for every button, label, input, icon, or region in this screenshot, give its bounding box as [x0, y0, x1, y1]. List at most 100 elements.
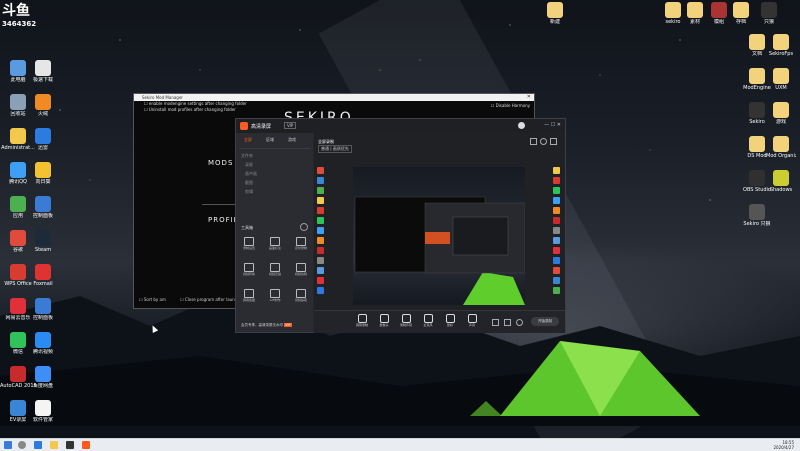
desktop-icon[interactable]: 火绒	[25, 94, 61, 117]
desktop-icon[interactable]: 控制面板	[25, 196, 61, 219]
desktop-icon-label: 向日葵	[35, 179, 51, 185]
settings-icon[interactable]	[516, 319, 523, 326]
control-button[interactable]: 声音	[464, 314, 480, 328]
shortcut-icon	[317, 257, 324, 264]
desktop-icon[interactable]: 控制面板	[25, 298, 61, 321]
shortcut-icon	[317, 207, 324, 214]
tool-button[interactable]: 视频转换	[239, 263, 259, 277]
tool-button[interactable]: 音频提取	[291, 289, 311, 303]
app-icon	[35, 264, 51, 280]
desktop-icon-label: 控制面板	[32, 315, 53, 321]
control-button[interactable]: 麦克风	[420, 314, 436, 328]
tool-label: GIF制作	[269, 298, 281, 302]
desktop-icon[interactable]: Sekiro 只狼	[742, 204, 772, 227]
shortcut-icon	[553, 207, 560, 214]
brand-logo: 斗鱼	[2, 3, 30, 19]
control-label: 摄像头	[379, 323, 389, 327]
desktop-icon[interactable]: 向日葵	[25, 162, 61, 185]
file-icon	[665, 2, 681, 18]
footer-promo[interactable]: 会员专享，高清录屏无水印 VIP	[241, 323, 292, 328]
check-option-1-label: enable modengine settings after changing…	[148, 101, 247, 106]
desktop-icon[interactable]: 迅雷	[25, 128, 61, 151]
preview-screen	[353, 167, 526, 305]
desktop-icon-label: 腾讯视频	[32, 349, 53, 355]
sidebar-item[interactable]: 剪辑	[245, 189, 253, 195]
desktop-icon[interactable]: Steam	[25, 230, 61, 253]
search-icon[interactable]	[18, 441, 26, 449]
quality-select-a: 普通	[321, 146, 329, 151]
tool-button[interactable]: 画面标注	[265, 237, 285, 251]
recorder-taskbar-icon[interactable]	[82, 441, 90, 449]
desktop-icon[interactable]: 新建	[540, 2, 570, 25]
mod-manager-titlebar[interactable]: Sekiro Mod Manager ✕	[134, 94, 534, 101]
tool-button[interactable]: 录制设置	[239, 237, 259, 251]
tool-icon	[244, 289, 254, 298]
tool-button[interactable]: 定时录制	[291, 237, 311, 251]
desktop-icon-label: Shadows	[769, 187, 793, 193]
desktop-icon[interactable]: Shadows	[766, 170, 796, 193]
tool-button[interactable]: 视频压缩	[265, 263, 285, 277]
desktop-icon-label: 只狼	[763, 19, 774, 25]
app-icon[interactable]	[66, 441, 74, 449]
desktop-icon[interactable]: 存档	[726, 2, 756, 25]
close-icon[interactable]: ✕	[527, 94, 531, 101]
camera-icon[interactable]	[492, 319, 499, 326]
control-icon	[379, 314, 389, 323]
shortcut-icon	[553, 277, 560, 284]
quality-select[interactable]: 普通 | 画质优先	[318, 145, 352, 153]
tool-icon	[244, 263, 254, 272]
window-controls[interactable]: — ☐ ✕	[544, 122, 561, 128]
gear-icon[interactable]	[540, 138, 547, 145]
file-icon	[773, 102, 789, 118]
sidebar-item[interactable]: 截图	[245, 180, 253, 186]
control-button[interactable]: 屏幕录制	[354, 314, 370, 328]
tool-button[interactable]: 视频剪辑	[291, 263, 311, 277]
control-icon	[357, 314, 367, 323]
desktop-icon[interactable]: 只狼	[754, 2, 784, 25]
settings-gear-icon[interactable]	[300, 223, 308, 231]
tool-button[interactable]: GIF制作	[265, 289, 285, 303]
control-button[interactable]: 摄像头	[376, 314, 392, 328]
shortcut-icon	[553, 267, 560, 274]
control-button[interactable]: 鼠标	[442, 314, 458, 328]
tab-2[interactable]: 游戏	[288, 137, 296, 143]
menu-mods[interactable]: MODS	[208, 159, 233, 167]
control-button[interactable]: 录制声音	[398, 314, 414, 328]
screen-recorder-window[interactable]: 高清录屏 VIP — ☐ ✕ 全屏 区域 游戏 文件夹 录屏 画中画 截图 剪辑 工具箱 录…	[235, 118, 566, 333]
tab-0[interactable]: 全屏	[244, 137, 252, 143]
tool-button[interactable]: 屏幕截图	[239, 289, 259, 303]
desktop-icon-label: 软件管家	[32, 417, 53, 423]
start-record-button[interactable]: 开始录制	[531, 317, 559, 326]
preview-icons-right	[553, 167, 561, 297]
recorder-titlebar[interactable]: 高清录屏 VIP — ☐ ✕	[236, 119, 565, 133]
file-icon	[773, 170, 789, 186]
desktop-icon[interactable]: UXM	[766, 68, 796, 91]
app-icon	[10, 196, 26, 212]
start-icon[interactable]	[4, 441, 12, 449]
edge-icon[interactable]	[34, 441, 42, 449]
folder-icon[interactable]	[530, 138, 537, 145]
sidebar-item[interactable]: 文件夹	[241, 153, 253, 159]
system-clock[interactable]: 18:55 2020/4/27	[773, 440, 794, 450]
desktop-icon[interactable]: 极速下载	[25, 60, 61, 83]
desktop-icon[interactable]: Foxmail	[25, 264, 61, 287]
desktop-icon[interactable]: 游戏	[766, 102, 796, 125]
timer-icon[interactable]	[504, 319, 511, 326]
sidebar-item[interactable]: 画中画	[245, 171, 257, 177]
sidebar-item[interactable]: 录屏	[245, 162, 253, 168]
share-icon[interactable]	[550, 138, 557, 145]
desktop-icon[interactable]: SekiroFps	[766, 34, 796, 57]
app-icon	[35, 332, 51, 348]
avatar[interactable]	[518, 122, 525, 129]
tab-1[interactable]: 区域	[266, 137, 274, 143]
shortcut-icon	[317, 227, 324, 234]
explorer-icon[interactable]	[50, 441, 58, 449]
shortcut-icon	[317, 197, 324, 204]
desktop-icon[interactable]: 百度网盘	[25, 366, 61, 389]
sort-checkbox[interactable]: ☐ Sort by am	[139, 297, 166, 302]
desktop-icon[interactable]: 腾讯视频	[25, 332, 61, 355]
disable-harmony-checkbox[interactable]: ☐ Disable Harmony	[491, 103, 530, 108]
file-icon	[749, 204, 765, 220]
desktop-icon[interactable]: 软件管家	[25, 400, 61, 423]
desktop-icon[interactable]: Mod Organizer	[766, 136, 796, 159]
